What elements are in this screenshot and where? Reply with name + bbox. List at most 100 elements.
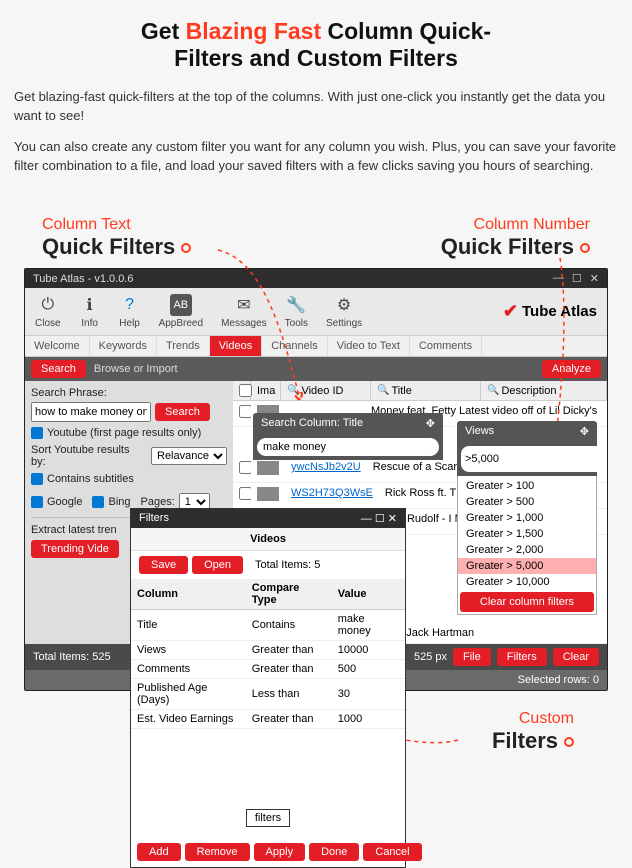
tab-channels[interactable]: Channels — [262, 336, 327, 356]
maximize-icon[interactable]: ☐ — [375, 513, 385, 525]
save-button[interactable]: Save — [139, 556, 188, 574]
filters-tag: filters — [246, 809, 290, 827]
search-icon: 🔍 — [487, 385, 499, 396]
callout-dot-icon — [564, 737, 574, 747]
close-icon[interactable]: ✕ — [590, 272, 599, 285]
col-title[interactable]: 🔍Title — [371, 381, 481, 400]
search-column-popup: Search Column: Title✥ — [253, 413, 443, 460]
tools-icon: 🔧 — [285, 294, 307, 316]
dialog-title: Filters — [139, 512, 169, 525]
filters-table: ColumnCompare TypeValue TitleContainsmak… — [131, 579, 405, 729]
info-icon: ℹ — [79, 294, 101, 316]
views-filter-popup: Views✥ ✓ Apply — [457, 421, 597, 476]
youtube-fp-checkbox[interactable] — [31, 427, 43, 439]
callout-column-number: Column Number Quick Filters — [441, 216, 590, 260]
subtitles-checkbox[interactable] — [31, 473, 43, 485]
main-toolbar: ⏻Close ℹInfo ?Help ABAppBreed ✉Messages … — [25, 288, 607, 336]
window-title: Tube Atlas - v1.0.0.6 — [33, 273, 133, 285]
table-row[interactable]: Est. Video EarningsGreater than1000 — [131, 710, 405, 729]
remove-button[interactable]: Remove — [185, 843, 250, 861]
trending-button[interactable]: Trending Vide — [31, 540, 119, 558]
clear-button[interactable]: Clear — [553, 648, 599, 666]
phrase-label: Search Phrase: — [31, 387, 227, 399]
apply-button[interactable]: Apply — [254, 843, 306, 861]
subbar: Search Browse or Import Analyze — [25, 357, 607, 381]
dropdown-option-selected[interactable]: Greater > 5,000 — [458, 558, 596, 574]
filters-button[interactable]: Filters — [497, 648, 547, 666]
info-button[interactable]: ℹInfo — [79, 294, 101, 329]
appbreed-button[interactable]: ABAppBreed — [159, 294, 203, 329]
bing-checkbox[interactable] — [92, 496, 104, 508]
dropdown-option[interactable]: Greater > 500 — [458, 494, 596, 510]
power-icon: ⏻ — [37, 294, 59, 316]
callout-dot-icon — [580, 243, 590, 253]
google-checkbox[interactable] — [31, 496, 43, 508]
analyze-button[interactable]: Analyze — [542, 360, 601, 378]
intro-paragraph-2: You can also create any custom filter yo… — [0, 132, 632, 182]
sort-select[interactable]: Relavance — [151, 447, 227, 465]
search-icon: 🔍 — [287, 385, 299, 396]
thumb-icon — [257, 487, 279, 501]
page-headline: Get Blazing Fast Column Quick- Filters a… — [0, 0, 632, 82]
search-button[interactable]: Search — [155, 403, 210, 421]
col-description[interactable]: 🔍Description — [481, 381, 607, 400]
open-button[interactable]: Open — [192, 556, 243, 574]
dropdown-option[interactable]: Greater > 1,000 — [458, 510, 596, 526]
gear-icon: ⚙ — [333, 294, 355, 316]
file-button[interactable]: File — [453, 648, 491, 666]
tab-welcome[interactable]: Welcome — [25, 336, 90, 356]
minimize-icon[interactable]: — — [553, 272, 564, 285]
tab-keywords[interactable]: Keywords — [90, 336, 157, 356]
close-button[interactable]: ⏻Close — [35, 294, 61, 329]
titlebar: Tube Atlas - v1.0.0.6 — ☐ ✕ — [25, 269, 607, 288]
done-button[interactable]: Done — [309, 843, 359, 861]
dropdown-option[interactable]: Greater > 10,000 — [458, 574, 596, 590]
table-row[interactable]: CommentsGreater than500 — [131, 660, 405, 679]
total-items: Total Items: 525 — [33, 651, 111, 663]
table-row[interactable]: Published Age (Days)Less than30 — [131, 679, 405, 710]
move-icon[interactable]: ✥ — [580, 425, 589, 438]
browse-mode-button[interactable]: Browse or Import — [94, 363, 178, 375]
messages-button[interactable]: ✉Messages — [221, 294, 267, 329]
dropdown-option[interactable]: Greater > 2,000 — [458, 542, 596, 558]
move-icon[interactable]: ✥ — [426, 417, 435, 430]
phrase-input[interactable] — [31, 402, 151, 422]
messages-icon: ✉ — [233, 294, 255, 316]
table-row[interactable]: TitleContainsmake money — [131, 610, 405, 641]
clear-filters-button[interactable]: Clear column filters — [460, 592, 594, 612]
help-button[interactable]: ?Help — [119, 294, 141, 329]
settings-button[interactable]: ⚙Settings — [326, 294, 362, 329]
selected-rows: Selected rows: 0 — [518, 674, 599, 686]
tab-trends[interactable]: Trends — [157, 336, 210, 356]
filters-dialog: Filters — ☐ ✕ Videos Save Open Total Ite… — [130, 508, 406, 868]
px-indicator: 525 px — [414, 651, 447, 663]
callout-custom-filters: Custom Filters — [492, 710, 574, 754]
dropdown-option[interactable]: Greater > 1,500 — [458, 526, 596, 542]
col-videoid[interactable]: 🔍Video ID — [281, 381, 371, 400]
minimize-icon[interactable]: — — [361, 513, 372, 525]
dropdown-option[interactable]: Greater > 100 — [458, 478, 596, 494]
dialog-subtitle: Videos — [131, 528, 405, 551]
views-dropdown: Greater > 10 Greater > 100 Greater > 500… — [457, 461, 597, 615]
maximize-icon[interactable]: ☐ — [572, 272, 582, 285]
cancel-button[interactable]: Cancel — [363, 843, 421, 861]
search-icon: 🔍 — [377, 385, 389, 396]
tab-videototext[interactable]: Video to Text — [328, 336, 410, 356]
col-image[interactable]: Ima — [251, 381, 281, 400]
appbreed-icon: AB — [170, 294, 192, 316]
tools-button[interactable]: 🔧Tools — [285, 294, 308, 329]
views-input[interactable] — [461, 446, 608, 472]
tab-videos[interactable]: Videos — [210, 336, 262, 356]
tab-comments[interactable]: Comments — [410, 336, 482, 356]
close-icon[interactable]: ✕ — [388, 513, 397, 525]
callout-dot-icon — [181, 243, 191, 253]
callout-column-text: Column Text Quick Filters — [42, 216, 191, 260]
add-button[interactable]: Add — [137, 843, 181, 861]
search-column-input[interactable] — [257, 438, 439, 456]
search-mode-button[interactable]: Search — [31, 360, 86, 378]
brand: ✔Tube Atlas — [503, 301, 597, 322]
thumb-icon — [257, 461, 279, 475]
intro-paragraph-1: Get blazing-fast quick-filters at the to… — [0, 82, 632, 132]
total-items: Total Items: 5 — [255, 559, 320, 571]
table-row[interactable]: ViewsGreater than10000 — [131, 641, 405, 660]
